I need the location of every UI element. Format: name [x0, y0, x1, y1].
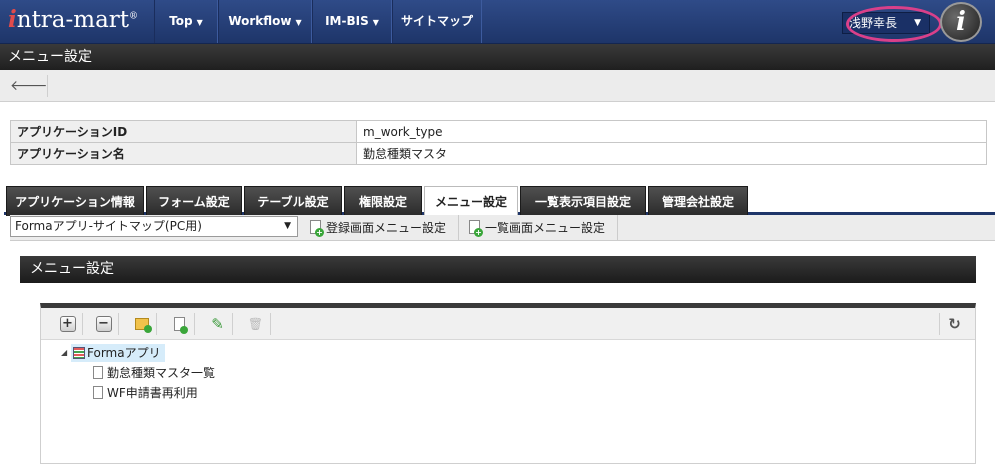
nav-workflow-label: Workflow — [228, 14, 292, 28]
nav-im-bis[interactable]: IM-BIS ▼ — [312, 0, 392, 43]
tab-list-display-settings[interactable]: 一覧表示項目設定 — [520, 186, 646, 216]
tree-leaf-node[interactable]: 勤怠種類マスタ一覧 — [93, 364, 215, 382]
add-folder-button[interactable] — [127, 313, 157, 335]
chevron-down-icon: ▼ — [295, 18, 302, 27]
tab-form-settings[interactable]: フォーム設定 — [146, 186, 242, 216]
document-add-icon — [174, 317, 188, 334]
edit-button[interactable]: ✎ — [203, 313, 233, 335]
refresh-icon: ↻ — [948, 315, 961, 333]
document-add-icon: + — [310, 220, 324, 237]
nav-sitemap-label: サイトマップ — [400, 14, 473, 28]
sitemap-select[interactable]: Formaアプリ-サイトマップ(PC用) ▼ — [10, 216, 298, 237]
info-icon[interactable]: i — [940, 2, 982, 42]
refresh-button[interactable]: ↻ — [939, 313, 969, 335]
nav-sitemap[interactable]: サイトマップ — [392, 0, 482, 43]
tab-menu-settings[interactable]: メニュー設定 — [424, 186, 518, 217]
tree-leaf-label: WF申請書再利用 — [107, 386, 198, 400]
app-id-value: m_work_type — [356, 120, 987, 143]
chevron-down-icon: ▼ — [284, 221, 291, 231]
top-navigation-bar: intra-mart® Top ▼ Workflow ▼ IM-BIS ▼ サイトマッ… — [0, 0, 995, 44]
settings-tabs: アプリケーション情報 フォーム設定 テーブル設定 権限設定 メニュー設定 一覧表… — [4, 183, 995, 217]
document-icon — [93, 366, 103, 379]
nav-workflow[interactable]: Workflow ▼ — [218, 0, 312, 43]
chevron-down-icon: ▼ — [914, 18, 921, 28]
app-name-label: アプリケーション名 — [10, 142, 357, 165]
pencil-icon: ✎ — [211, 315, 224, 333]
app-name-value: 勤怠種類マスタ — [356, 142, 987, 165]
back-button[interactable]: 🡐 — [10, 75, 48, 97]
chevron-down-icon: ▼ — [196, 18, 203, 27]
menu-section-header: メニュー設定 — [20, 256, 976, 283]
app-id-label: アプリケーションID — [10, 120, 357, 143]
table-row: アプリケーションID m_work_type — [10, 120, 987, 143]
tab-table-settings[interactable]: テーブル設定 — [244, 186, 342, 216]
nav-im-bis-label: IM-BIS — [325, 14, 369, 28]
menu-tree-panel: + − ✎ 🗑 ↻ ◢ Formaアプリ 勤怠種類マスタ一覧 WF申請書再利用 — [40, 303, 976, 464]
delete-button[interactable]: 🗑 — [241, 313, 271, 335]
tree-leaf-label: 勤怠種類マスタ一覧 — [107, 366, 216, 380]
logo-text: ntra-mart — [16, 7, 130, 33]
arrow-left-icon: 🡐 — [10, 78, 48, 94]
expand-all-button[interactable]: + — [53, 313, 83, 335]
chevron-down-icon: ▼ — [372, 18, 379, 27]
tab-permission-settings[interactable]: 権限設定 — [344, 186, 422, 216]
folder-add-icon — [134, 318, 152, 333]
page-title: メニュー設定 — [0, 44, 995, 70]
tree-leaf-node[interactable]: WF申請書再利用 — [93, 384, 198, 402]
nav-top-label: Top — [169, 14, 193, 28]
intra-mart-logo[interactable]: intra-mart® — [8, 6, 148, 38]
register-menu-label: 登録画面メニュー設定 — [326, 221, 447, 235]
tree-toolbar: + − ✎ 🗑 ↻ — [41, 308, 975, 340]
table-row: アプリケーション名 勤怠種類マスタ — [10, 142, 987, 165]
minus-square-icon: − — [95, 316, 112, 332]
trash-icon: 🗑 — [247, 317, 264, 331]
page-title-text: メニュー設定 — [8, 49, 92, 65]
tree-root-node[interactable]: ◢ Formaアプリ — [61, 344, 165, 362]
collapse-all-button[interactable]: − — [89, 313, 119, 335]
menu-section-title: メニュー設定 — [30, 261, 114, 277]
back-toolbar: 🡐 — [0, 70, 995, 102]
plus-square-icon: + — [59, 316, 76, 332]
register-menu-button[interactable]: + 登録画面メニュー設定 — [302, 215, 460, 241]
document-add-icon: + — [469, 220, 483, 237]
list-menu-label: 一覧画面メニュー設定 — [485, 221, 606, 235]
user-menu-button[interactable]: 浅野幸長 ▼ — [842, 12, 930, 34]
nav-top[interactable]: Top ▼ — [154, 0, 218, 43]
expanded-triangle-icon[interactable]: ◢ — [61, 344, 67, 362]
document-icon — [93, 386, 103, 399]
menu-toolbar: Formaアプリ-サイトマップ(PC用) ▼ + 登録画面メニュー設定 + 一覧… — [10, 215, 995, 241]
tree-root-label: Formaアプリ — [87, 346, 161, 360]
list-menu-button[interactable]: + 一覧画面メニュー設定 — [461, 215, 619, 241]
tab-company-settings[interactable]: 管理会社設定 — [648, 186, 748, 216]
logo-mark: ® — [129, 11, 139, 22]
application-info-table: アプリケーションID m_work_type アプリケーション名 勤怠種類マスタ — [10, 120, 987, 165]
tab-application-info[interactable]: アプリケーション情報 — [6, 186, 144, 216]
user-name: 浅野幸長 — [849, 16, 898, 30]
grid-list-icon — [73, 347, 85, 359]
sitemap-select-value: Formaアプリ-サイトマップ(PC用) — [15, 219, 202, 233]
add-item-button[interactable] — [165, 313, 195, 335]
